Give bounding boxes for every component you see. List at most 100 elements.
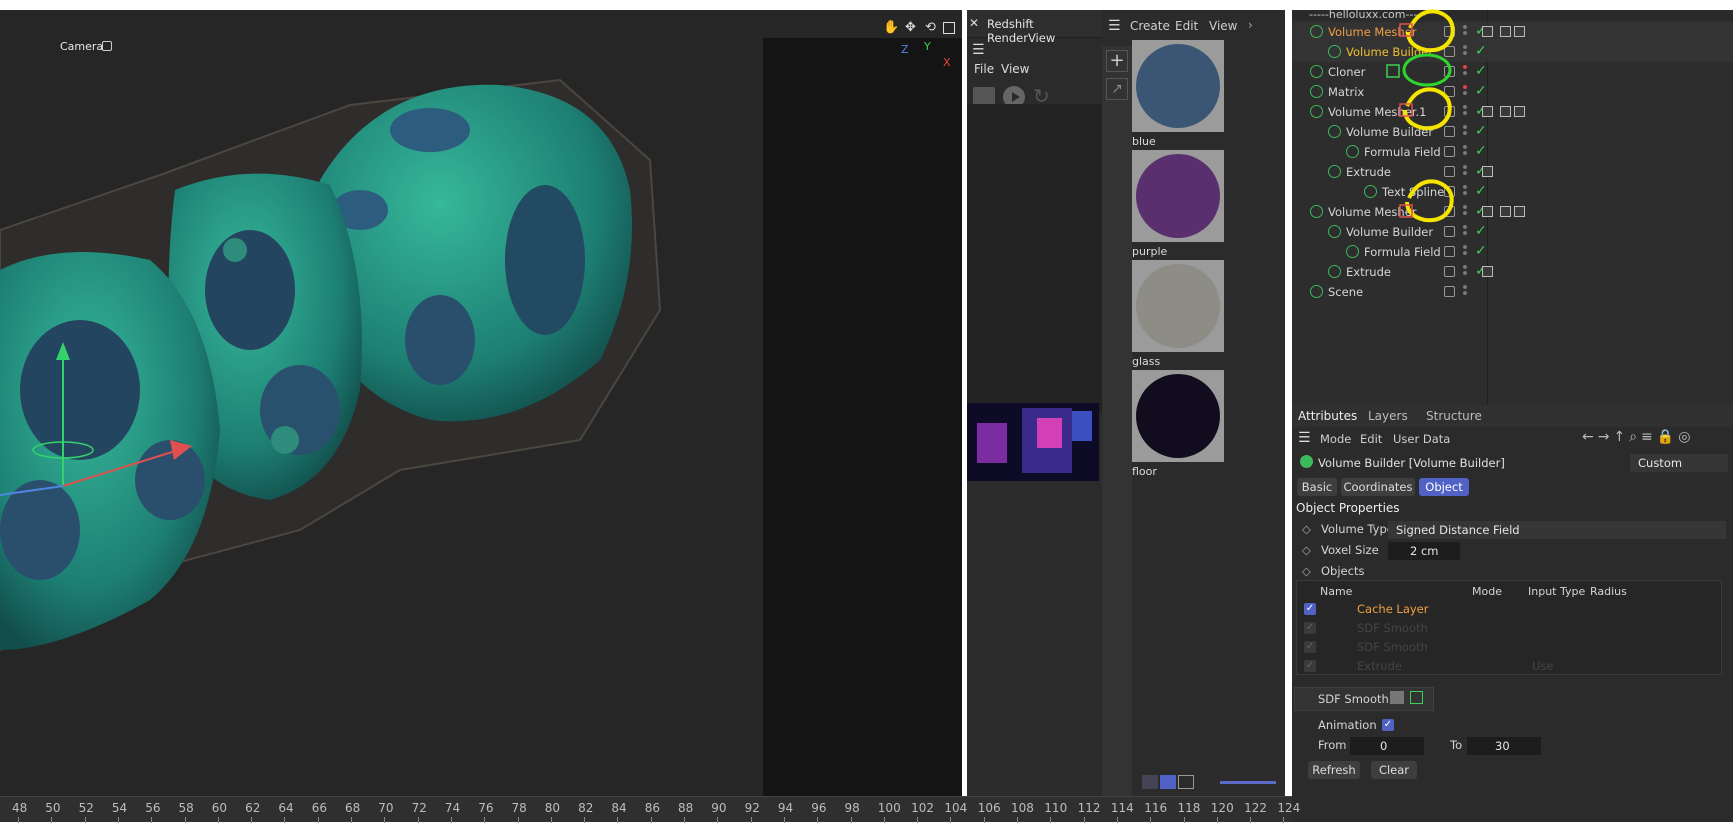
refresh-button[interactable]: Refresh [1308, 761, 1360, 779]
visibility-dots[interactable] [1463, 265, 1467, 279]
attributes-menu-mode[interactable]: Mode [1320, 432, 1351, 446]
list-header-input-type[interactable]: Input Type [1528, 585, 1585, 598]
list-row-checkbox[interactable]: ✓ [1304, 660, 1316, 672]
keyframe-diamond-icon[interactable]: ◇ [1302, 564, 1311, 578]
tab-structure[interactable]: Structure [1426, 409, 1482, 423]
renderview-menu-view[interactable]: View [1001, 62, 1029, 76]
keyframe-diamond-icon[interactable]: ◇ [1302, 543, 1311, 557]
om-row-label[interactable]: Formula Field [1364, 245, 1441, 259]
timeline-tick-mark [351, 817, 352, 823]
list-row-extrude[interactable]: Extrude [1357, 659, 1402, 673]
volume-type-dropdown[interactable]: Signed Distance Field [1388, 521, 1726, 539]
enabled-check-icon[interactable]: ✓ [1475, 243, 1487, 259]
subtab-basic[interactable]: Basic [1297, 478, 1337, 496]
material-menu-create[interactable]: Create [1130, 19, 1170, 33]
timeline-tick-mark [850, 817, 852, 823]
annotation-overlay [1386, 9, 1455, 223]
timeline-tick-label: 64 [278, 801, 294, 815]
timeline-tick-label: 52 [78, 801, 94, 815]
voxel-size-field[interactable]: 2 cm [1388, 542, 1460, 560]
timeline-tick-mark [1283, 817, 1285, 823]
add-folder-icon[interactable] [1390, 691, 1404, 704]
object-title: Volume Builder [Volume Builder] [1318, 456, 1505, 470]
move-view-icon[interactable]: ✥ [905, 20, 916, 35]
attributes-menu-icon[interactable]: ☰ [1298, 430, 1311, 446]
preset-dropdown[interactable]: Custom [1630, 454, 1728, 472]
sdf-smooth-label[interactable]: SDF Smooth [1318, 692, 1389, 706]
timeline-tick-mark [251, 817, 253, 823]
tab-layers[interactable]: Layers [1368, 409, 1408, 423]
add-material-icon[interactable]: + [1106, 50, 1128, 72]
material-menu-icon[interactable]: ☰ [1108, 18, 1121, 34]
cache-icon[interactable] [1410, 691, 1423, 704]
thumbnail-size-slider[interactable] [1220, 781, 1276, 784]
renderview-menu-file[interactable]: File [974, 62, 994, 76]
material-menu-edit[interactable]: Edit [1175, 19, 1198, 33]
list-header-name[interactable]: Name [1320, 585, 1352, 598]
timeline-ruler[interactable]: 48 50 52 54 56 58 60 62 64 66 68 70 72 74 76 78 80 82 84 86… [0, 796, 1300, 823]
list-row-checkbox[interactable]: ✓ [1304, 641, 1316, 653]
material-item-blue[interactable]: blue [1132, 40, 1224, 148]
material-label: blue [1132, 135, 1156, 148]
subtab-coordinates[interactable]: Coordinates [1341, 478, 1415, 496]
clear-button[interactable]: Clear [1371, 761, 1417, 779]
edit-pencil-icon[interactable] [1444, 246, 1455, 257]
play-triangle-icon [1012, 92, 1020, 102]
om-row[interactable]: Scene [1292, 282, 1733, 302]
list-row-checkbox[interactable]: ✓ [1304, 603, 1316, 615]
timeline-tick-mark [550, 817, 552, 823]
pan-hand-icon[interactable]: ✋ [883, 20, 899, 35]
large-view-icon[interactable] [1178, 775, 1194, 789]
timeline-tick-mark [151, 817, 153, 823]
edit-pencil-icon[interactable] [1444, 266, 1455, 277]
visibility-dots[interactable] [1463, 245, 1467, 259]
camera-label[interactable]: Camera [60, 40, 103, 53]
attributes-menu-edit[interactable]: Edit [1360, 432, 1382, 446]
list-row-extra: Use [1532, 659, 1554, 673]
nav-toolbar-icons[interactable]: ←→↑⌕≡🔒◎ [1582, 429, 1694, 445]
camera-lock-icon[interactable] [102, 41, 112, 51]
timeline-tick-mark [684, 817, 685, 823]
material-item-glass[interactable]: glass [1132, 260, 1224, 368]
material-menu-view[interactable]: View [1209, 19, 1237, 33]
list-row-checkbox[interactable]: ✓ [1304, 622, 1316, 634]
from-field[interactable]: 0 [1350, 737, 1424, 755]
list-row-sdf-smooth[interactable]: SDF Smooth [1357, 621, 1428, 635]
timeline-tick-label: 102 [911, 801, 934, 815]
attributes-menu-userdata[interactable]: User Data [1393, 432, 1450, 446]
list-row-cache-layer[interactable]: Cache Layer [1357, 602, 1428, 616]
om-row[interactable]: Extrude ✓ [1292, 262, 1733, 282]
animation-checkbox[interactable]: ✓ [1382, 719, 1394, 731]
rotate-view-icon[interactable]: ⟲ [925, 20, 936, 35]
subtab-object[interactable]: Object [1419, 478, 1469, 496]
material-item-purple[interactable]: purple [1132, 150, 1224, 258]
render-thumbnail[interactable] [967, 403, 1099, 481]
hamburger-menu-icon[interactable]: ☰ [972, 42, 985, 58]
visibility-dots[interactable] [1463, 285, 1467, 299]
list-header-radius[interactable]: Radius [1590, 585, 1627, 598]
chevron-right-icon[interactable]: › [1248, 18, 1253, 32]
edit-pencil-icon[interactable] [1444, 286, 1455, 297]
to-field[interactable]: 30 [1467, 737, 1541, 755]
object-tag-icon[interactable] [1482, 266, 1493, 277]
clapper-icon[interactable] [973, 87, 995, 105]
om-row-label[interactable]: Scene [1328, 285, 1363, 299]
link-material-icon[interactable]: ↗ [1106, 78, 1128, 100]
timeline-tick-mark [450, 817, 452, 823]
close-panel-icon[interactable]: ✕ [969, 16, 979, 30]
maximize-view-icon[interactable] [943, 22, 955, 34]
om-row-label[interactable]: Extrude [1346, 265, 1391, 279]
material-item-floor[interactable]: floor [1132, 370, 1224, 478]
timeline-tick-mark [1017, 817, 1018, 823]
om-row[interactable]: Formula Field ✓ [1292, 242, 1733, 262]
timeline-tick-label: 100 [877, 801, 901, 815]
tab-attributes[interactable]: Attributes [1298, 409, 1357, 423]
list-header-mode[interactable]: Mode [1472, 585, 1502, 598]
3d-viewport[interactable]: Camera Z Y X ✋ ✥ ⟲ [0, 10, 962, 796]
list-view-icon[interactable] [1142, 775, 1158, 789]
list-row-sdf-smooth-2[interactable]: SDF Smooth [1357, 640, 1428, 654]
volume-builder-icon [1300, 455, 1313, 468]
grid-view-icon[interactable] [1160, 775, 1176, 789]
keyframe-diamond-icon[interactable]: ◇ [1302, 522, 1311, 536]
timeline-tick-label: 122 [1244, 801, 1267, 815]
